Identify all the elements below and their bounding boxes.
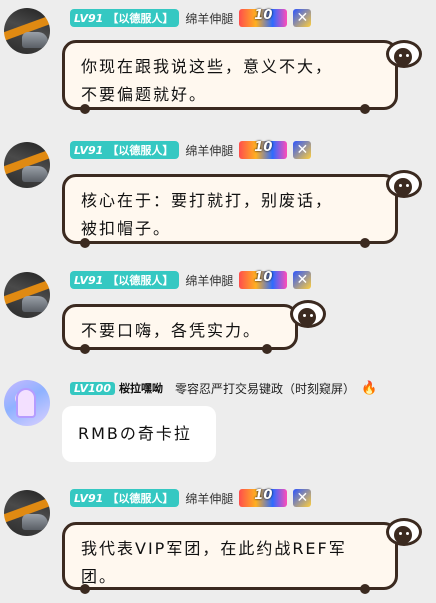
sheep-decoration-icon <box>382 40 424 74</box>
message-text: RMBの奇卡拉 <box>78 424 192 443</box>
avatar[interactable] <box>4 142 50 188</box>
x-emblem-icon: ✕ <box>293 271 312 289</box>
paw-decoration-icon <box>360 584 370 594</box>
message-bubble[interactable]: 你现在跟我说这些，意义不大， 不要偏题就好。 <box>62 40 398 110</box>
sender-meta: LV91 【以德服人】 绵羊伸腿 10 ✕ <box>70 140 312 160</box>
message-bubble[interactable]: 核心在于：要打就打，别废话， 被扣帽子。 <box>62 174 398 244</box>
level-badge: LV91 【以德服人】 <box>70 489 180 507</box>
medal-badge: 10 <box>239 8 288 27</box>
avatar[interactable] <box>4 272 50 318</box>
medal-badge: 10 <box>239 140 288 159</box>
x-emblem-icon: ✕ <box>293 489 312 507</box>
level-badge: LV91 【以德服人】 <box>70 141 180 159</box>
message-text: 核心在于：要打就打，别废话， 被扣帽子。 <box>81 191 334 238</box>
paw-decoration-icon <box>360 104 370 114</box>
message-text: 你现在跟我说这些，意义不大， 不要偏题就好。 <box>81 57 334 104</box>
x-emblem-icon: ✕ <box>293 9 312 27</box>
member-title: 零容忍严打交易键政（时刻窥屏） <box>174 381 355 396</box>
paw-decoration-icon <box>80 238 90 248</box>
sender-name[interactable]: 绵羊伸腿 <box>185 272 233 289</box>
sender-meta: LV91 【以德服人】 绵羊伸腿 10 ✕ <box>70 270 312 290</box>
fire-icon: 🔥 <box>361 380 378 396</box>
sender-name[interactable]: 绵羊伸腿 <box>185 490 233 507</box>
medal-badge: 10 <box>239 270 288 289</box>
message-bubble[interactable]: 我代表VIP军团，在此约战REF军 团。 <box>62 522 398 590</box>
paw-decoration-icon <box>80 344 90 354</box>
message-bubble[interactable]: RMBの奇卡拉 <box>62 406 216 462</box>
sheep-decoration-icon <box>382 518 424 552</box>
avatar[interactable] <box>4 380 50 426</box>
sender-name[interactable]: 绵羊伸腿 <box>185 10 233 27</box>
paw-decoration-icon <box>80 104 90 114</box>
level-badge: LV91 【以德服人】 <box>70 9 180 27</box>
level-badge: LV91 【以德服人】 <box>70 271 180 289</box>
avatar[interactable] <box>4 8 50 54</box>
sender-name[interactable]: 绵羊伸腿 <box>185 142 233 159</box>
sender-meta: LV100 桜拉嘿呦 零容忍严打交易键政（时刻窥屏） 🔥 <box>70 378 377 398</box>
sender-meta: LV91 【以德服人】 绵羊伸腿 10 ✕ <box>70 488 312 508</box>
avatar[interactable] <box>4 490 50 536</box>
level-badge: LV100 桜拉嘿呦 <box>70 379 169 397</box>
paw-decoration-icon <box>262 344 272 354</box>
sheep-decoration-icon <box>286 300 328 334</box>
paw-decoration-icon <box>80 584 90 594</box>
message-bubble[interactable]: 不要口嗨，各凭实力。 <box>62 304 298 350</box>
message-text: 不要口嗨，各凭实力。 <box>81 321 262 340</box>
message-text: 我代表VIP军团，在此约战REF军 团。 <box>81 539 347 586</box>
medal-badge: 10 <box>239 488 288 507</box>
sheep-decoration-icon <box>382 170 424 204</box>
paw-decoration-icon <box>360 238 370 248</box>
sender-meta: LV91 【以德服人】 绵羊伸腿 10 ✕ <box>70 8 312 28</box>
x-emblem-icon: ✕ <box>293 141 312 159</box>
